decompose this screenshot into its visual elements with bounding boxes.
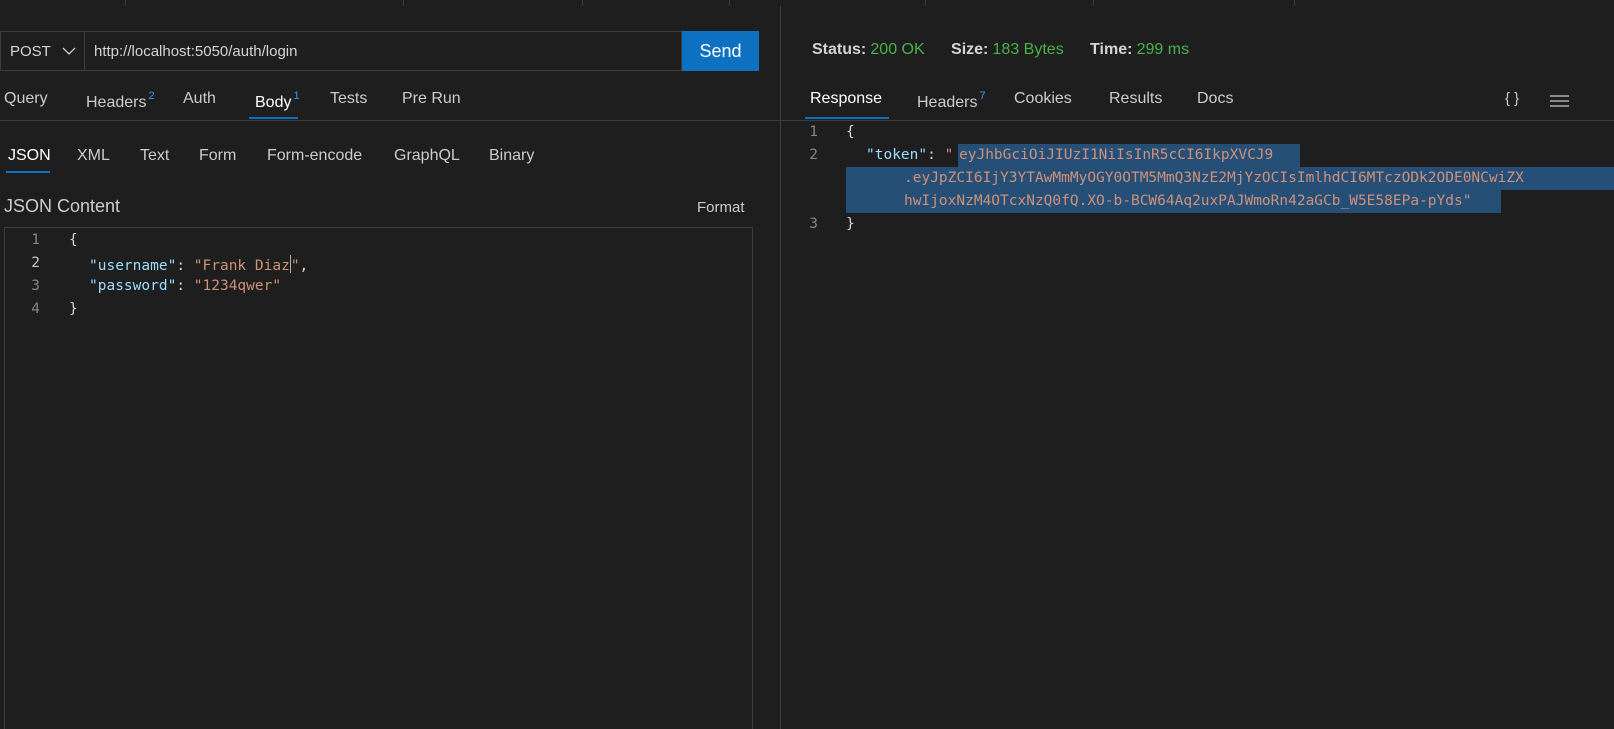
json-string: "Frank Diaz — [193, 258, 290, 274]
brace: } — [846, 216, 855, 232]
token-text: hwIjoxNzM4OTcxNzQ0fQ.XO-b-BCW64Aq2uxPAJW… — [904, 193, 1471, 209]
code-line: { — [846, 124, 855, 140]
format-button[interactable]: Format — [697, 199, 745, 216]
code-line: "password": "1234qwer" — [89, 278, 282, 294]
braces-icon[interactable]: { } — [1505, 90, 1519, 107]
tab-label: Docs — [1197, 90, 1234, 107]
request-body-editor[interactable]: 1 2 3 4 { "username": "Frank Diaz", "pas… — [4, 227, 753, 729]
json-string-quote: " — [944, 147, 954, 163]
token-text: .eyJpZCI6IjY3YTAwMmMyOGY0OTM5MmQ3NzE2MjY… — [904, 170, 1524, 186]
tab-results[interactable]: Results — [1109, 90, 1162, 108]
line-number: 3 — [809, 216, 818, 232]
code-line: "username": "Frank Diaz", — [89, 255, 308, 274]
body-type-label: XML — [77, 147, 110, 164]
body-type-form-encode[interactable]: Form-encode — [267, 147, 362, 165]
status-label: Status: — [812, 41, 867, 58]
tab-query[interactable]: Query — [4, 90, 48, 108]
token-text-end: hwIjoxNzM4OTcxNzQ0fQ.XO-b-BCW64Aq2uxPAJW… — [904, 193, 1463, 209]
method-select[interactable]: POST — [0, 31, 84, 71]
json-string: " — [290, 258, 300, 274]
body-type-text[interactable]: Text — [140, 147, 169, 165]
json-string: "1234qwer" — [193, 278, 282, 294]
tab-response-headers[interactable]: Headers 7 — [917, 90, 986, 112]
tab-tests[interactable]: Tests — [330, 90, 367, 108]
json-key: "username" — [89, 258, 177, 274]
body-type-label: Form — [199, 147, 237, 164]
body-type-form[interactable]: Form — [199, 147, 236, 165]
code-line: "token": " — [866, 147, 954, 163]
tab-pre-run[interactable]: Pre Run — [402, 90, 461, 108]
tab-badge: 7 — [979, 90, 986, 102]
tab-label: Results — [1109, 90, 1163, 107]
json-content-label: JSON Content — [4, 196, 121, 216]
tab-divider — [925, 0, 926, 6]
line-number: 3 — [31, 278, 40, 294]
body-type-label: GraphQL — [394, 147, 460, 164]
tab-body[interactable]: Body 1 — [255, 90, 300, 112]
body-type-xml[interactable]: XML — [77, 147, 110, 165]
line-number: 2 — [31, 255, 40, 271]
tab-label: Body — [255, 94, 292, 111]
status-value: 200 OK — [870, 41, 925, 58]
tab-label: Response — [810, 90, 883, 107]
body-type-tabs: JSON XML Text Form Form-encode GraphQL B… — [0, 147, 780, 173]
brace: } — [69, 301, 78, 317]
line-number: 1 — [31, 232, 40, 248]
tab-cookies[interactable]: Cookies — [1014, 90, 1072, 108]
divider — [0, 120, 780, 121]
request-tabs: Query Headers 2 Auth Body 1 Tests Pre Run — [0, 90, 780, 120]
tab-label: Headers — [917, 94, 978, 111]
tab-label: Tests — [330, 90, 368, 107]
json-key: "password" — [89, 278, 177, 294]
size-value: 183 Bytes — [992, 41, 1064, 58]
method-label: POST — [10, 42, 51, 60]
body-type-graphql[interactable]: GraphQL — [394, 147, 460, 165]
tab-label: Headers — [86, 94, 147, 111]
line-number: 4 — [31, 301, 40, 317]
tab-label: Auth — [183, 90, 216, 107]
response-tabs: Response Headers 7 Cookies Results Docs {… — [781, 90, 1614, 120]
tab-label: Query — [4, 90, 48, 107]
tab-badge: 2 — [148, 90, 155, 102]
token-text: eyJhbGciOiJIUzI1NiIsInR5cCI6IkpXVCJ9 — [959, 147, 1274, 163]
code-line: } — [846, 216, 855, 232]
tab-label: Cookies — [1014, 90, 1072, 107]
active-response-tab-underline — [805, 117, 889, 119]
chevron-down-icon — [62, 47, 76, 55]
body-type-label: Text — [140, 147, 170, 164]
line-number: 1 — [809, 124, 818, 140]
code-line: { — [69, 232, 78, 248]
menu-icon[interactable] — [1549, 94, 1569, 108]
body-type-label: Binary — [489, 147, 535, 164]
tab-badge: 1 — [293, 90, 300, 102]
body-type-label: Form-encode — [267, 147, 363, 164]
code-line: } — [69, 301, 78, 317]
tab-headers[interactable]: Headers 2 — [86, 90, 155, 112]
body-type-binary[interactable]: Binary — [489, 147, 534, 165]
tab-docs[interactable]: Docs — [1197, 90, 1233, 108]
brace: { — [69, 232, 78, 248]
size-label: Size: — [951, 41, 989, 58]
send-button[interactable]: Send — [682, 31, 759, 71]
request-panel: POST Send Query Headers2 Auth Body1 Test… — [0, 0, 803, 729]
tab-divider — [1294, 0, 1295, 6]
url-input[interactable] — [84, 31, 682, 71]
response-body-viewer[interactable]: 1 2 3 { "token": " eyJhbGciOiJIUzI1NiIsI… — [781, 121, 1614, 729]
time-value: 299 ms — [1136, 41, 1190, 58]
time-label: Time: — [1090, 41, 1133, 58]
json-string-quote: " — [1462, 193, 1472, 209]
tab-auth[interactable]: Auth — [183, 90, 216, 108]
brace: { — [846, 124, 855, 140]
tab-response[interactable]: Response — [810, 90, 882, 108]
active-tab-underline — [249, 117, 298, 119]
body-type-json[interactable]: JSON — [8, 147, 51, 165]
json-key: "token" — [866, 147, 928, 163]
active-body-type-underline — [6, 171, 50, 173]
tab-divider — [1093, 0, 1094, 6]
line-number: 2 — [809, 147, 818, 163]
body-type-label: JSON — [8, 147, 51, 164]
tab-label: Pre Run — [402, 90, 461, 107]
response-stats: Status: 200 OK Size: 183 Bytes Time: 299… — [812, 41, 1189, 59]
send-button-label: Send — [699, 40, 742, 61]
